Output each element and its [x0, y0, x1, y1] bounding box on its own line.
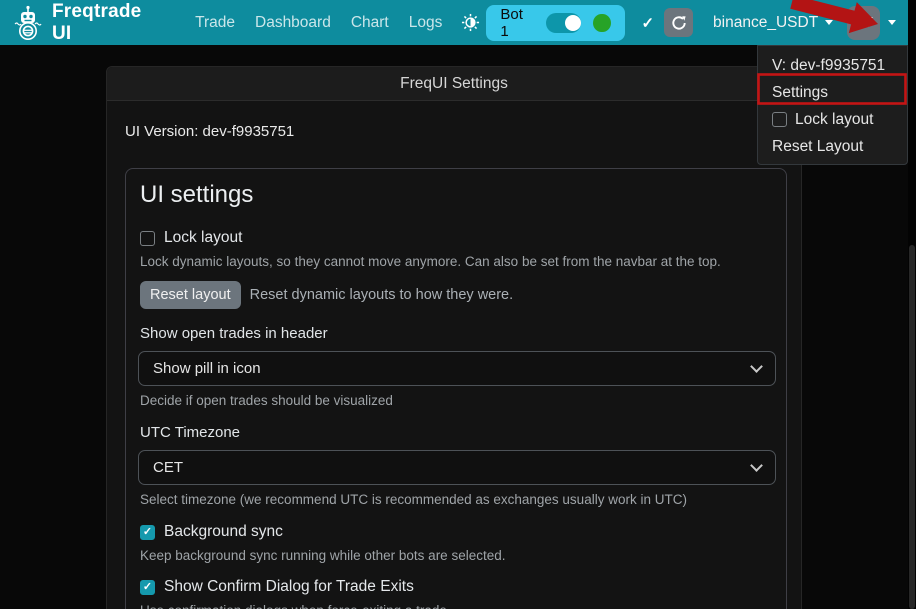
confirm-dialog-label[interactable]: Show Confirm Dialog for Trade Exits	[164, 578, 414, 596]
bot-toggle-switch[interactable]	[546, 13, 581, 33]
profile-button[interactable]: FT	[847, 6, 880, 40]
caret-down-icon	[888, 20, 896, 25]
profile-dropdown-menu: V: dev-f9935751 Settings ✓ Lock layout R…	[757, 45, 908, 165]
open-trades-hint: Decide if open trades should be visualiz…	[140, 393, 774, 408]
timezone-select[interactable]: CET	[138, 450, 776, 485]
confirm-dialog-setting: ✓ Show Confirm Dialog for Trade Exits	[140, 578, 774, 596]
open-trades-label: Show open trades in header	[140, 325, 774, 342]
open-trades-select[interactable]: Show pill in icon	[138, 351, 776, 386]
confirm-dialog-checkbox[interactable]: ✓	[140, 580, 155, 595]
timezone-selected-value: CET	[153, 459, 183, 476]
settings-panel-body: UI Version: dev-f9935751 UI settings ✓ L…	[107, 101, 801, 609]
menu-item-lock-layout[interactable]: ✓ Lock layout	[758, 106, 907, 133]
menu-item-settings[interactable]: Settings	[758, 79, 907, 106]
nav-links: Trade Dashboard Chart Logs	[186, 6, 486, 40]
reset-layout-hint: Reset dynamic layouts to how they were.	[250, 287, 514, 303]
ui-version-text: UI Version: dev-f9935751	[125, 123, 783, 140]
menu-item-reset-layout[interactable]: Reset Layout	[758, 133, 907, 160]
lock-layout-hint: Lock dynamic layouts, so they cannot mov…	[140, 254, 774, 269]
page-scrollbar[interactable]	[908, 0, 916, 609]
settings-panel-title: FreqUI Settings	[400, 75, 508, 93]
menu-item-version[interactable]: V: dev-f9935751	[758, 52, 907, 79]
navbar: Freqtrade UI Trade Dashboard Chart Logs	[0, 0, 908, 45]
freqtrade-robot-logo-icon	[12, 5, 44, 41]
timezone-label: UTC Timezone	[140, 424, 774, 441]
check-icon: ✓	[642, 14, 655, 32]
toggle-knob	[565, 15, 581, 31]
brightness-icon	[461, 13, 480, 32]
brand[interactable]: Freqtrade UI	[12, 1, 164, 45]
nav-link-trade[interactable]: Trade	[186, 6, 244, 40]
caret-down-icon	[825, 20, 833, 25]
lock-layout-label[interactable]: Lock layout	[164, 229, 242, 247]
brand-title[interactable]: Freqtrade UI	[52, 1, 164, 45]
chevron-down-icon	[750, 459, 763, 472]
menu-item-lock-layout-label: Lock layout	[795, 111, 873, 129]
settings-panel: FreqUI Settings UI Version: dev-f9935751…	[106, 66, 802, 609]
settings-panel-header: FreqUI Settings	[107, 67, 801, 101]
refresh-button[interactable]	[664, 8, 693, 37]
exchange-dropdown[interactable]: binance_USDT	[713, 14, 833, 32]
refresh-icon	[671, 15, 687, 31]
open-trades-selected-value: Show pill in icon	[153, 360, 261, 377]
scrollbar-thumb[interactable]	[909, 245, 915, 609]
timezone-hint: Select timezone (we recommend UTC is rec…	[140, 492, 774, 507]
lock-layout-setting: ✓ Lock layout	[140, 229, 774, 247]
lock-layout-menu-checkbox[interactable]: ✓	[772, 112, 787, 127]
ui-settings-card: UI settings ✓ Lock layout Lock dynamic l…	[125, 168, 787, 609]
background-sync-checkbox[interactable]: ✓	[140, 525, 155, 540]
bot-online-status-dot	[593, 14, 610, 32]
lock-layout-checkbox[interactable]: ✓	[140, 231, 155, 246]
background-sync-label[interactable]: Background sync	[164, 523, 283, 541]
background-sync-setting: ✓ Background sync	[140, 523, 774, 541]
bot-name-label: Bot 1	[500, 6, 534, 40]
reset-layout-button[interactable]: Reset layout	[140, 281, 241, 309]
exchange-dropdown-label: binance_USDT	[713, 14, 818, 32]
nav-link-dashboard[interactable]: Dashboard	[246, 6, 340, 40]
background-sync-hint: Keep background sync running while other…	[140, 548, 774, 563]
ui-settings-card-title: UI settings	[140, 181, 774, 209]
navbar-right: Bot 1 ✓ binance_USDT FT	[486, 5, 896, 41]
reset-layout-row: Reset layout Reset dynamic layouts to ho…	[140, 281, 774, 309]
nav-link-chart[interactable]: Chart	[342, 6, 398, 40]
bot-selector-pill[interactable]: Bot 1	[486, 5, 624, 41]
chevron-down-icon	[750, 360, 763, 373]
confirm-dialog-hint: Use confirmation dialogs when force-exit…	[140, 603, 774, 609]
nav-link-logs[interactable]: Logs	[400, 6, 452, 40]
theme-toggle-button[interactable]	[455, 9, 486, 36]
